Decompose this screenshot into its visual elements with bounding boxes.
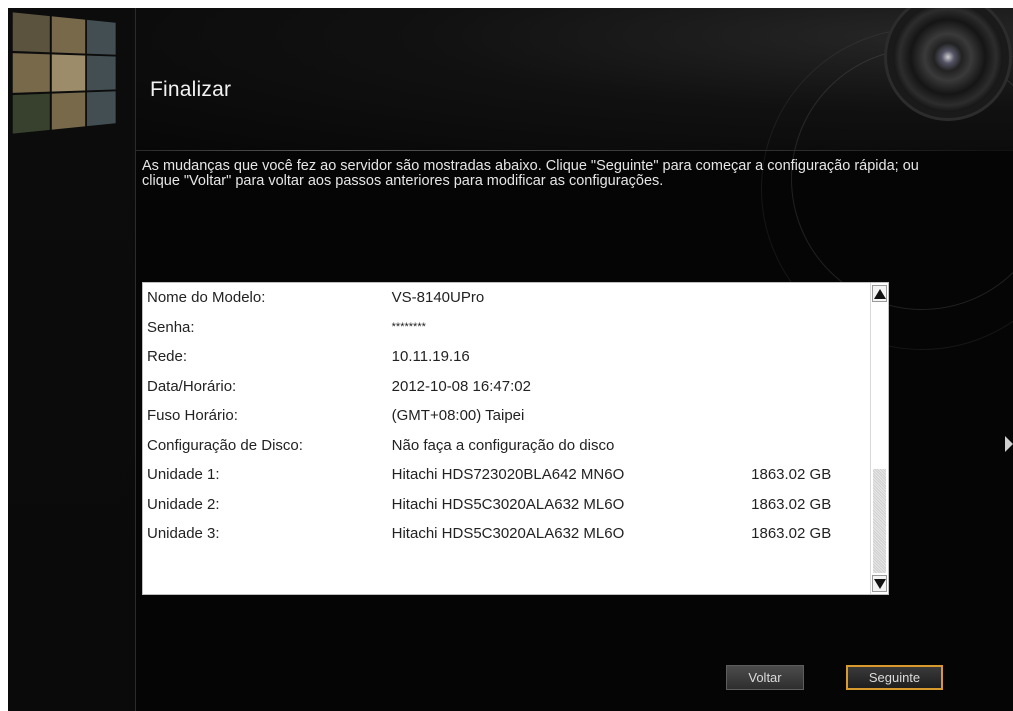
camera-thumbnails-logo bbox=[12, 12, 116, 134]
scroll-thumb[interactable] bbox=[873, 469, 886, 573]
next-button[interactable]: Seguinte bbox=[846, 665, 943, 690]
row-label: Rede: bbox=[147, 348, 188, 366]
table-row: Unidade 1: Hitachi HDS723020BLA642 MN6O … bbox=[143, 460, 871, 490]
table-row: Rede: 10.11.19.16 bbox=[143, 342, 871, 372]
row-size bbox=[751, 342, 871, 372]
next-page-arrow-icon[interactable] bbox=[1005, 436, 1013, 452]
vertical-scrollbar[interactable] bbox=[870, 283, 888, 594]
table-row: Unidade 2: Hitachi HDS5C3020ALA632 ML6O … bbox=[143, 490, 871, 520]
row-size bbox=[751, 401, 871, 431]
page-title: Finalizar bbox=[150, 78, 232, 101]
row-size bbox=[751, 283, 871, 313]
header: Finalizar bbox=[136, 8, 1013, 350]
row-value: ******** bbox=[391, 321, 426, 334]
row-value: VS-8140UPro bbox=[391, 289, 485, 307]
row-label: Unidade 1: bbox=[147, 466, 220, 484]
row-label: Fuso Horário: bbox=[147, 407, 238, 425]
row-size bbox=[751, 313, 871, 343]
row-value: Hitachi HDS723020BLA642 MN6O bbox=[391, 466, 625, 484]
row-size bbox=[751, 372, 871, 402]
row-value: (GMT+08:00) Taipei bbox=[391, 407, 525, 425]
row-label: Data/Horário: bbox=[147, 377, 237, 395]
table-row: Data/Horário: 2012-10-08 16:47:02 bbox=[143, 372, 871, 402]
description-text: As mudanças que você fez ao servidor são… bbox=[142, 158, 919, 189]
row-value: Hitachi HDS5C3020ALA632 ML6O bbox=[391, 525, 625, 543]
row-label: Nome do Modelo: bbox=[147, 289, 266, 307]
row-size: 1863.02 GB bbox=[751, 466, 832, 484]
row-label: Unidade 3: bbox=[147, 525, 220, 543]
scroll-down-button[interactable] bbox=[872, 575, 887, 592]
row-label: Senha: bbox=[147, 318, 195, 336]
scroll-up-button[interactable] bbox=[872, 285, 887, 302]
row-label: Unidade 2: bbox=[147, 495, 220, 513]
back-button[interactable]: Voltar bbox=[726, 665, 804, 690]
row-size bbox=[751, 431, 871, 461]
row-label: Configuração de Disco: bbox=[147, 436, 303, 454]
table-row: Senha: ******** bbox=[143, 313, 871, 343]
arrow-down-icon bbox=[873, 578, 886, 589]
row-value: Hitachi HDS5C3020ALA632 ML6O bbox=[391, 495, 625, 513]
row-value: Não faça a configuração do disco bbox=[391, 436, 615, 454]
table-row: Nome do Modelo: VS-8140UPro bbox=[143, 283, 871, 313]
row-size: 1863.02 GB bbox=[751, 525, 832, 543]
table-row: Configuração de Disco: Não faça a config… bbox=[143, 431, 871, 461]
sidebar bbox=[8, 8, 136, 711]
summary-list: Nome do Modelo: VS-8140UPro Senha: *****… bbox=[142, 282, 889, 595]
row-value: 2012-10-08 16:47:02 bbox=[391, 377, 531, 395]
arrow-up-icon bbox=[873, 288, 886, 299]
summary-table: Nome do Modelo: VS-8140UPro Senha: *****… bbox=[143, 283, 871, 549]
row-value: 10.11.19.16 bbox=[391, 348, 470, 366]
table-row: Unidade 3: Hitachi HDS5C3020ALA632 ML6O … bbox=[143, 519, 871, 549]
row-size: 1863.02 GB bbox=[751, 495, 832, 513]
table-row: Fuso Horário: (GMT+08:00) Taipei bbox=[143, 401, 871, 431]
